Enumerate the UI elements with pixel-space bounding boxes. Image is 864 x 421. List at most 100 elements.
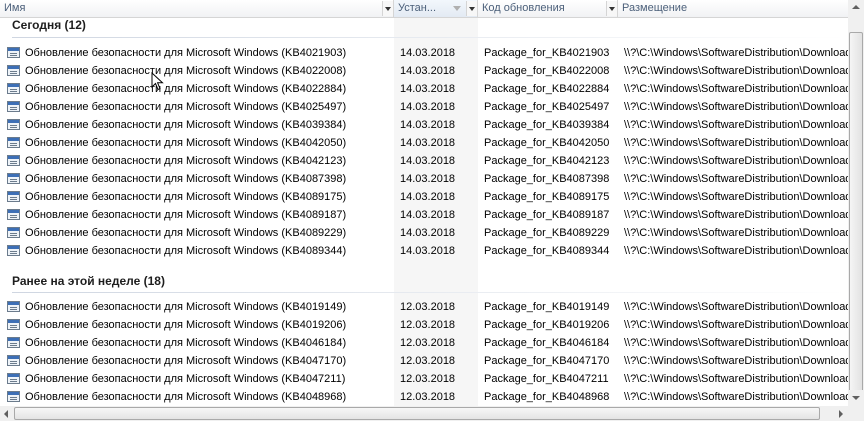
scroll-left-button[interactable] xyxy=(0,406,14,421)
table-row[interactable]: Обновление безопасности для Microsoft Wi… xyxy=(0,44,848,62)
table-row[interactable]: Обновление безопасности для Microsoft Wi… xyxy=(0,62,848,80)
cell-code: Package_for_KB4047211 xyxy=(484,373,609,385)
update-package-icon xyxy=(7,355,20,366)
table-row[interactable]: Обновление безопасности для Microsoft Wi… xyxy=(0,152,848,170)
cell-code: Package_for_KB4089187 xyxy=(484,209,610,221)
column-header-name[interactable]: Имя xyxy=(0,0,394,17)
horizontal-scrollbar[interactable] xyxy=(0,406,848,421)
cell-location: \\?\C:\Windows\SoftwareDistribution\Down… xyxy=(624,101,848,113)
column-header-location[interactable]: Размещение xyxy=(618,0,848,17)
cell-location: \\?\C:\Windows\SoftwareDistribution\Down… xyxy=(624,373,848,385)
cell-name: Обновление безопасности для Microsoft Wi… xyxy=(25,191,347,203)
cell-installed: 12.03.2018 xyxy=(400,337,456,349)
update-package-icon xyxy=(7,373,20,384)
chevron-down-icon[interactable] xyxy=(466,1,477,16)
update-package-icon xyxy=(7,119,20,130)
scroll-right-button[interactable] xyxy=(834,406,848,421)
cell-location: \\?\C:\Windows\SoftwareDistribution\Down… xyxy=(624,319,848,331)
table-row[interactable]: Обновление безопасности для Microsoft Wi… xyxy=(0,388,848,406)
cell-installed: 14.03.2018 xyxy=(400,227,456,239)
group-header-today[interactable]: Сегодня (12) xyxy=(12,16,86,34)
cell-code: Package_for_KB4042123 xyxy=(484,155,610,167)
column-header-code[interactable]: Код обновления xyxy=(478,0,618,17)
table-row[interactable]: Обновление безопасности для Microsoft Wi… xyxy=(0,352,848,370)
cell-location: \\?\C:\Windows\SoftwareDistribution\Down… xyxy=(624,227,848,239)
update-package-icon xyxy=(7,155,20,166)
cell-installed: 12.03.2018 xyxy=(400,319,456,331)
cell-name: Обновление безопасности для Microsoft Wi… xyxy=(25,65,347,77)
update-package-icon xyxy=(7,173,20,184)
cell-name: Обновление безопасности для Microsoft Wi… xyxy=(25,155,347,167)
cell-code: Package_for_KB4047170 xyxy=(484,355,610,367)
cell-code: Package_for_KB4019206 xyxy=(484,319,610,331)
cell-code: Package_for_KB4022884 xyxy=(484,83,610,95)
group-divider xyxy=(12,292,848,293)
table-row[interactable]: Обновление безопасности для Microsoft Wi… xyxy=(0,370,848,388)
cell-installed: 14.03.2018 xyxy=(400,119,456,131)
table-row[interactable]: Обновление безопасности для Microsoft Wi… xyxy=(0,188,848,206)
group-header-earlier-this-week[interactable]: Ранее на этой неделе (18) xyxy=(12,272,165,290)
table-row[interactable]: Обновление безопасности для Microsoft Wi… xyxy=(0,134,848,152)
cell-location: \\?\C:\Windows\SoftwareDistribution\Down… xyxy=(624,355,848,367)
column-header-bar: Имя Устан... Код обновления Размещение xyxy=(0,0,848,18)
chevron-down-icon[interactable] xyxy=(382,1,393,16)
table-row[interactable]: Обновление безопасности для Microsoft Wi… xyxy=(0,80,848,98)
update-package-icon xyxy=(7,191,20,202)
arrow-up-icon xyxy=(852,5,860,9)
cell-code: Package_for_KB4022008 xyxy=(484,65,610,77)
arrow-left-icon xyxy=(4,410,8,418)
table-row[interactable]: Обновление безопасности для Microsoft Wi… xyxy=(0,206,848,224)
cell-code: Package_for_KB4025497 xyxy=(484,101,610,113)
cell-installed: 12.03.2018 xyxy=(400,373,456,385)
cell-location: \\?\C:\Windows\SoftwareDistribution\Down… xyxy=(624,245,848,257)
update-package-icon xyxy=(7,101,20,112)
scroll-down-button[interactable] xyxy=(848,390,864,406)
horizontal-scroll-thumb[interactable] xyxy=(14,407,820,420)
cell-installed: 14.03.2018 xyxy=(400,155,456,167)
scroll-up-button[interactable] xyxy=(848,0,864,16)
cell-location: \\?\C:\Windows\SoftwareDistribution\Down… xyxy=(624,301,848,313)
update-package-icon xyxy=(7,83,20,94)
update-package-icon xyxy=(7,227,20,238)
cell-location: \\?\C:\Windows\SoftwareDistribution\Down… xyxy=(624,191,848,203)
table-row[interactable]: Обновление безопасности для Microsoft Wi… xyxy=(0,170,848,188)
cell-name: Обновление безопасности для Microsoft Wi… xyxy=(25,101,347,113)
column-header-location-label: Размещение xyxy=(622,2,688,14)
table-row[interactable]: Обновление безопасности для Microsoft Wi… xyxy=(0,98,848,116)
cell-name: Обновление безопасности для Microsoft Wi… xyxy=(25,319,347,331)
update-package-icon xyxy=(7,137,20,148)
table-row[interactable]: Обновление безопасности для Microsoft Wi… xyxy=(0,224,848,242)
table-row[interactable]: Обновление безопасности для Microsoft Wi… xyxy=(0,334,848,352)
chevron-down-icon[interactable] xyxy=(606,1,617,16)
cell-name: Обновление безопасности для Microsoft Wi… xyxy=(25,83,347,95)
arrow-right-icon xyxy=(839,410,843,418)
cell-name: Обновление безопасности для Microsoft Wi… xyxy=(25,209,347,221)
cell-name: Обновление безопасности для Microsoft Wi… xyxy=(25,301,347,313)
group-divider xyxy=(12,37,848,38)
vertical-scrollbar[interactable] xyxy=(848,0,864,406)
table-row[interactable]: Обновление безопасности для Microsoft Wi… xyxy=(0,242,848,260)
cell-installed: 14.03.2018 xyxy=(400,191,456,203)
cell-installed: 12.03.2018 xyxy=(400,301,456,313)
cell-name: Обновление безопасности для Microsoft Wi… xyxy=(25,391,347,403)
cell-name: Обновление безопасности для Microsoft Wi… xyxy=(25,173,347,185)
cell-installed: 12.03.2018 xyxy=(400,355,456,367)
cell-installed: 14.03.2018 xyxy=(400,173,456,185)
vertical-scroll-thumb[interactable] xyxy=(849,32,863,402)
table-row[interactable]: Обновление безопасности для Microsoft Wi… xyxy=(0,116,848,134)
column-header-installed[interactable]: Устан... xyxy=(394,0,478,17)
scrollbar-corner xyxy=(848,406,864,421)
table-row[interactable]: Обновление безопасности для Microsoft Wi… xyxy=(0,316,848,334)
update-package-icon xyxy=(7,47,20,58)
cell-location: \\?\C:\Windows\SoftwareDistribution\Down… xyxy=(624,65,848,77)
cell-name: Обновление безопасности для Microsoft Wi… xyxy=(25,355,347,367)
table-row[interactable]: Обновление безопасности для Microsoft Wi… xyxy=(0,298,848,316)
cell-location: \\?\C:\Windows\SoftwareDistribution\Down… xyxy=(624,83,848,95)
cell-installed: 14.03.2018 xyxy=(400,245,456,257)
update-package-icon xyxy=(7,319,20,330)
cell-code: Package_for_KB4046184 xyxy=(484,337,610,349)
update-package-icon xyxy=(7,65,20,76)
cell-code: Package_for_KB4042050 xyxy=(484,137,610,149)
cell-name: Обновление безопасности для Microsoft Wi… xyxy=(25,47,347,59)
cell-code: Package_for_KB4089175 xyxy=(484,191,610,203)
